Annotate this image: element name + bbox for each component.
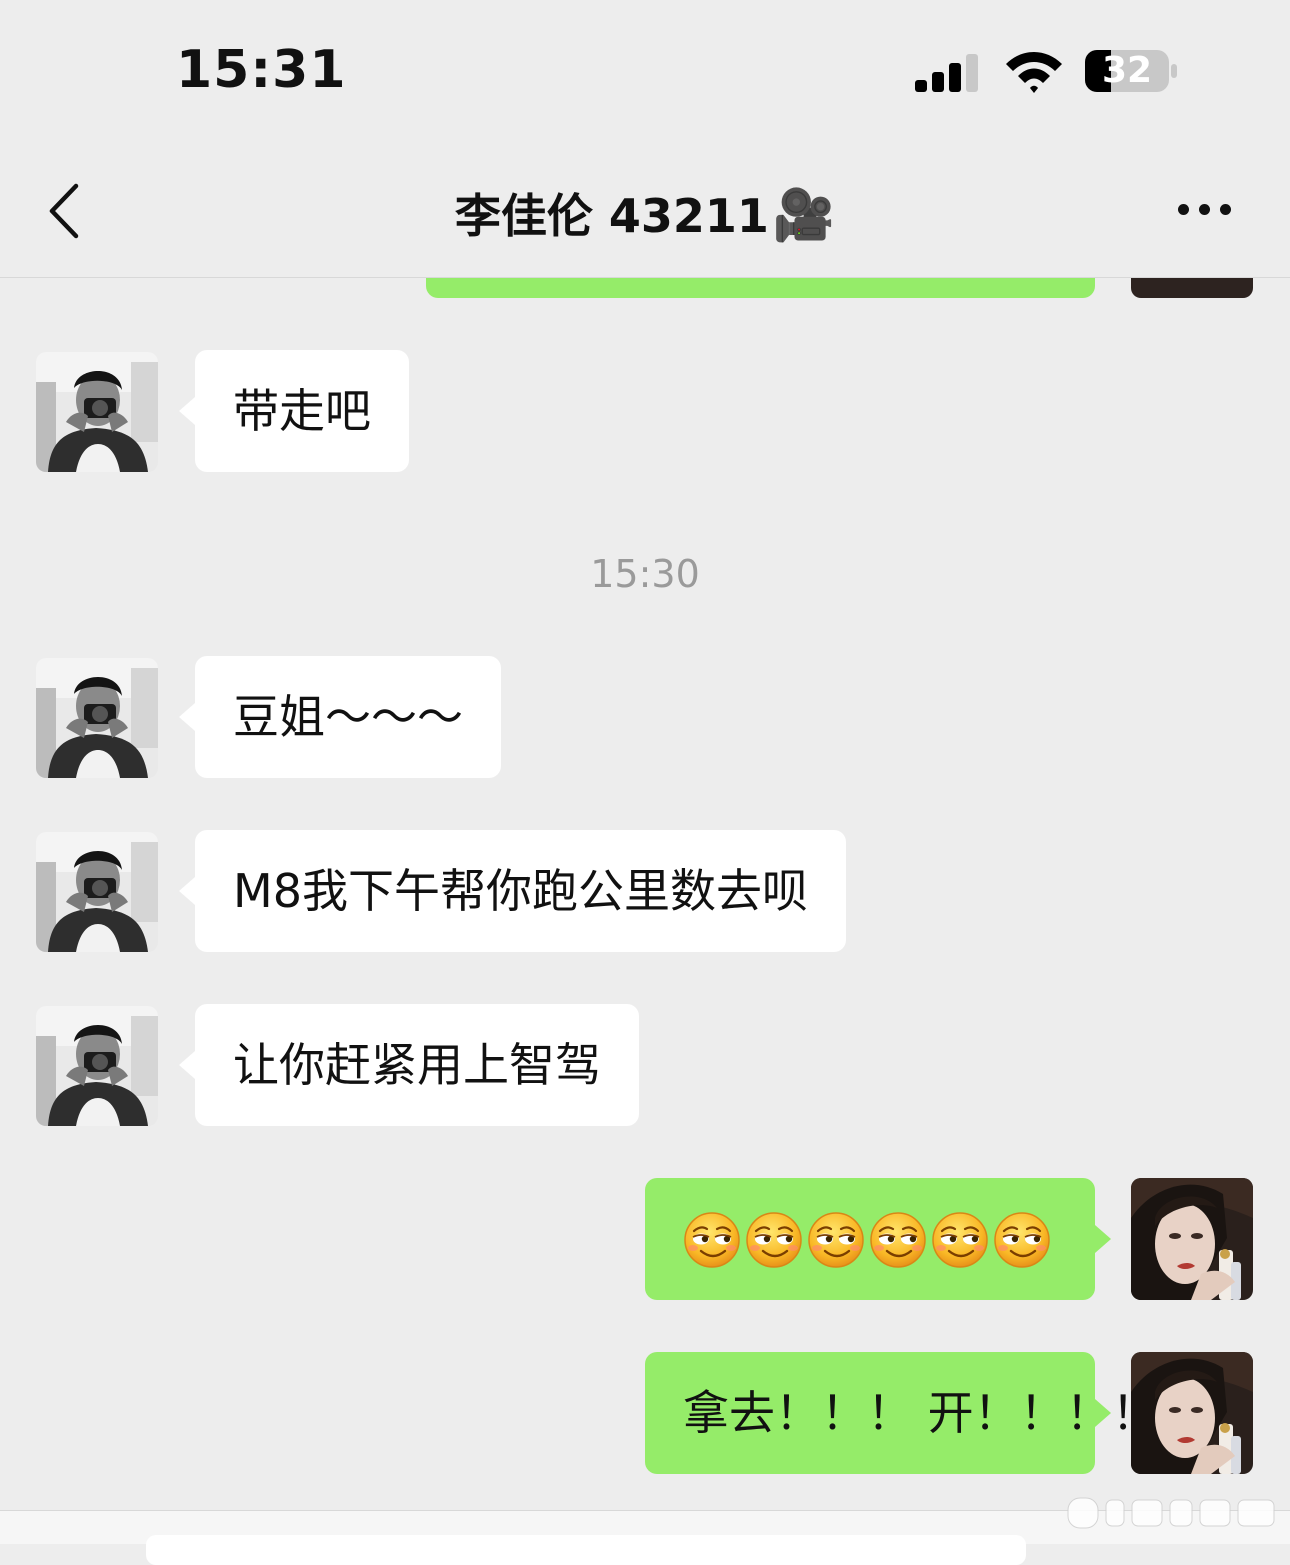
status-bar: 15:31 32: [0, 0, 1290, 140]
battery-icon: 32: [1084, 48, 1178, 94]
smirk-emoji-icon: [683, 1211, 741, 1269]
my-avatar[interactable]: [1131, 1352, 1253, 1474]
message-input[interactable]: [146, 1535, 1026, 1565]
status-time: 15:31: [176, 40, 347, 100]
contact-avatar[interactable]: [36, 1006, 158, 1126]
incoming-message[interactable]: M8我下午帮你跑公里数去呗: [179, 830, 846, 952]
message-text: 带走吧: [233, 384, 371, 438]
movie-camera-icon: 🎥: [772, 186, 836, 244]
contact-avatar[interactable]: [36, 658, 158, 778]
contact-avatar[interactable]: [36, 832, 158, 952]
more-options-icon[interactable]: [1174, 196, 1236, 224]
chat-header: 李佳伦 43211🎥: [0, 140, 1290, 278]
smirk-emoji-icon: [745, 1211, 803, 1269]
battery-level: 32: [1101, 50, 1153, 91]
outgoing-message[interactable]: [645, 1178, 1111, 1300]
message-text: M8我下午帮你跑公里数去呗: [233, 864, 808, 918]
smirk-emoji-icon: [869, 1211, 927, 1269]
my-avatar[interactable]: [1131, 278, 1253, 298]
contact-name: 李佳伦 43211: [454, 189, 769, 243]
watermark-icon: [1067, 1497, 1275, 1529]
incoming-message[interactable]: 带走吧: [179, 350, 409, 472]
incoming-message[interactable]: 豆姐～～～: [179, 656, 501, 778]
smirk-emoji-icon: [993, 1211, 1051, 1269]
previous-message-bubble[interactable]: [426, 278, 1095, 298]
message-text: 拿去！！！ 开！！！！: [683, 1386, 1158, 1440]
chat-title: 李佳伦 43211🎥: [0, 180, 1290, 246]
my-avatar[interactable]: [1131, 1178, 1253, 1300]
smirk-emoji-icon: [931, 1211, 989, 1269]
message-timestamp: 15:30: [590, 552, 700, 596]
cellular-signal-icon: [915, 52, 981, 92]
smirk-emoji-icon: [807, 1211, 865, 1269]
message-text: 让你赶紧用上智驾: [233, 1038, 601, 1092]
incoming-message[interactable]: 让你赶紧用上智驾: [179, 1004, 639, 1126]
wifi-icon: [1006, 52, 1062, 93]
message-text: 豆姐～～～: [233, 690, 463, 744]
contact-avatar[interactable]: [36, 352, 158, 472]
outgoing-message[interactable]: 拿去！！！ 开！！！！: [645, 1352, 1158, 1474]
emoji-row: [683, 1211, 1051, 1269]
